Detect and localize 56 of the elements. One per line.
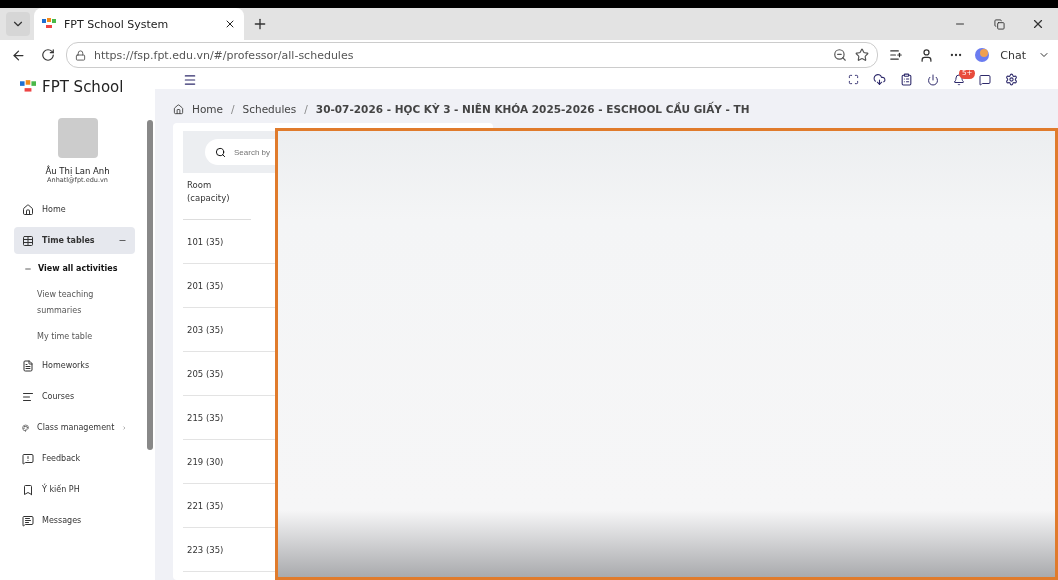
logo-icon [42,18,56,30]
submenu-item[interactable]: My time table [14,324,137,350]
nav-item[interactable]: Ý kiến PH [14,474,135,505]
message-icon [22,514,34,527]
address-bar[interactable]: https://fsp.fpt.edu.vn/#/professor/all-schedules [66,42,879,68]
breadcrumb-current: 30-07-2026 - HỌC KỲ 3 - NIÊN KHÓA 2025-2026 - ESCHOOL CẦU GIẤY - TH [315,103,750,115]
cloud-download-icon[interactable] [873,73,886,86]
favorites-icon[interactable] [889,48,904,62]
bookmark-icon [22,483,34,496]
power-icon[interactable] [927,73,939,86]
nav-item[interactable]: Courses [14,381,135,412]
breadcrumb-link[interactable]: Home [192,103,223,115]
breadcrumb-separator: / [231,103,235,115]
nav-item[interactable]: Homeworks [14,350,135,381]
brand-name: FPT School [42,78,124,96]
bell-icon[interactable] [953,73,965,86]
nav-item[interactable]: Class management [14,412,135,443]
profile-icon[interactable] [918,47,934,63]
search-icon [215,146,226,158]
table-icon [22,234,34,247]
fullscreen-icon[interactable] [848,74,859,85]
plus-icon[interactable] [252,16,268,32]
reload-icon[interactable] [41,48,55,62]
zoom-out-icon[interactable] [833,48,848,62]
clipboard-icon[interactable] [900,73,913,86]
document-icon [22,359,34,372]
lines-icon [22,390,34,403]
submenu-item[interactable]: View all activities [14,256,124,282]
user-name: Âu Thị Lan Anh [45,166,110,176]
chat-button[interactable]: Chat [996,48,1030,62]
star-icon[interactable] [855,48,870,62]
breadcrumb-separator: / [304,103,308,115]
menu-icon[interactable] [183,72,197,87]
scrollbar-thumb[interactable] [147,120,153,450]
nav-item[interactable]: Messages [14,505,135,536]
nav-item[interactable]: Feedback [14,443,135,474]
browser-tab[interactable]: FPT School System [34,8,244,40]
chat-logo-icon[interactable] [974,47,991,63]
submenu-item[interactable]: View teaching summaries [14,282,137,324]
breadcrumb-link[interactable]: Schedules [242,103,297,115]
logo-icon [20,80,36,94]
nav-item[interactable]: Time tables [14,227,135,254]
lock-icon [75,49,86,61]
house-icon [173,103,184,115]
chat-icon[interactable] [979,73,991,86]
close-icon[interactable] [1031,17,1045,31]
avatar-placeholder [57,118,98,158]
nav-item[interactable]: Home [14,194,135,225]
column-header: Room (capacity) [183,173,251,220]
restore-icon[interactable] [993,18,1005,30]
settings-icon[interactable] [1005,73,1018,86]
house-icon [22,203,34,216]
dash-icon [24,265,32,273]
palette-icon [22,421,30,434]
message-alert-icon [22,452,34,465]
close-icon[interactable] [224,18,236,30]
